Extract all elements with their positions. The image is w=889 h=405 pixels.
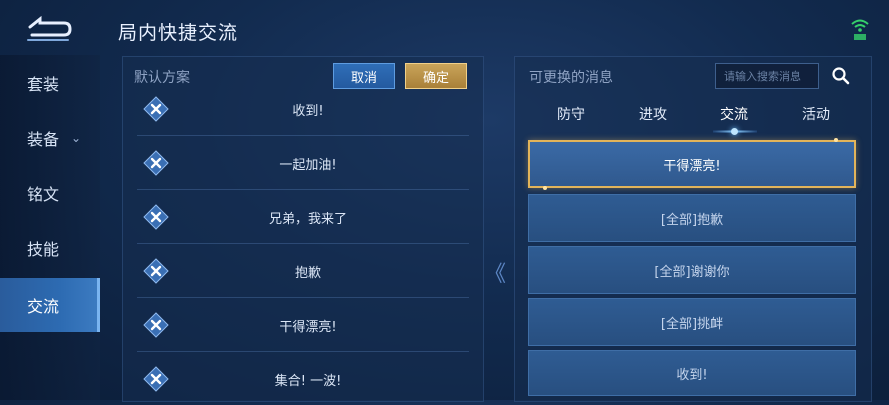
back-arrow-icon [27, 15, 72, 41]
option-text: [全部]谢谢你 [654, 264, 730, 280]
option-text: [全部]挑衅 [660, 316, 724, 332]
message-text: 一起加油! [279, 157, 337, 173]
wifi-signal-icon [850, 16, 870, 42]
option-row[interactable]: [全部]谢谢你 [528, 246, 856, 294]
sidebar-item-label: 交流 [27, 297, 60, 316]
tab-defense[interactable]: 防守 [536, 104, 606, 130]
back-button[interactable] [18, 10, 78, 44]
search-input[interactable] [715, 63, 819, 89]
list-item[interactable]: 兄弟，我来了 [137, 191, 469, 244]
tab-communication[interactable]: 交流 [699, 104, 769, 130]
sidebar-item-label: 技能 [27, 240, 60, 259]
sidebar-item-inscription[interactable]: 铭文 [0, 168, 100, 218]
list-item[interactable]: 干得漂亮! [137, 299, 469, 352]
sidebar-item-communication[interactable]: 交流 [0, 278, 100, 332]
option-row-selected[interactable]: 干得漂亮! [528, 140, 856, 188]
message-text: 干得漂亮! [279, 319, 337, 335]
corner-sparkle [543, 186, 547, 190]
corner-sparkle [834, 138, 838, 142]
search-button[interactable] [828, 63, 854, 89]
list-item[interactable]: 集合! 一波! [137, 353, 469, 405]
search-icon [832, 67, 850, 85]
list-item[interactable]: 收到! [137, 83, 469, 136]
option-row[interactable]: 收到! [528, 350, 856, 396]
list-item[interactable]: 一起加油! [137, 137, 469, 190]
tab-attack[interactable]: 进攻 [618, 104, 688, 130]
message-text: 兄弟，我来了 [268, 211, 347, 227]
sidebar-item-skills[interactable]: 技能 [0, 223, 100, 273]
sidebar-item-outfit[interactable]: 套装 [0, 58, 100, 108]
sidebar-item-label: 套装 [27, 75, 60, 94]
message-text: 集合! 一波! [274, 373, 342, 389]
option-text: 收到! [676, 367, 708, 383]
message-text: 抱歉 [294, 265, 321, 281]
list-item[interactable]: 抱歉 [137, 245, 469, 298]
message-text: 收到! [292, 103, 324, 119]
page-title: 局内快捷交流 [118, 22, 239, 44]
double-chevron-left-icon: 《 [484, 262, 506, 287]
option-text: 干得漂亮! [663, 158, 721, 174]
chevron-down-icon: ⌄ [71, 131, 82, 145]
option-row[interactable]: [全部]挑衅 [528, 298, 856, 346]
tab-activity[interactable]: 活动 [781, 104, 851, 130]
active-tab-dot [731, 128, 738, 135]
sidebar-item-label: 装备 [27, 130, 60, 149]
sidebar-item-label: 铭文 [27, 185, 60, 204]
replaceable-messages-title: 可更换的消息 [529, 70, 613, 86]
option-text: [全部]抱歉 [660, 212, 724, 228]
option-row[interactable]: [全部]抱歉 [528, 194, 856, 242]
sidebar-item-equipment[interactable]: 装备 ⌄ [0, 113, 100, 163]
